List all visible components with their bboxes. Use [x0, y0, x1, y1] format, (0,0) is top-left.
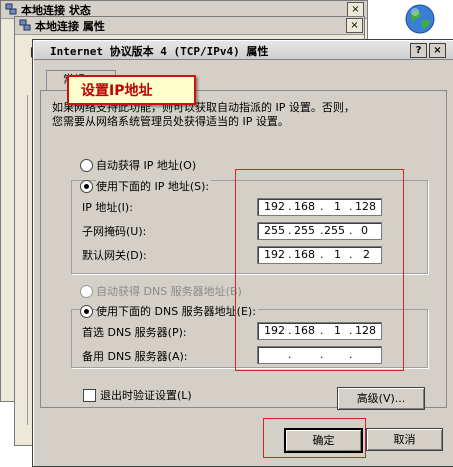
set-ip-callout: 设置IP地址	[67, 75, 196, 105]
alternate-dns-label: 备用 DNS 服务器(A):	[82, 350, 188, 363]
mask-octet-2: 255	[294, 224, 315, 237]
ip-octet-1: 192	[264, 200, 285, 213]
dns1-octet-2: 168	[294, 324, 315, 337]
dns1-octet-1: 192	[264, 324, 285, 337]
help-button[interactable]: ?	[410, 43, 427, 58]
description-line-2: 您需要从网络系统管理员处获得适当的 IP 设置。	[52, 115, 289, 128]
cancel-button[interactable]: 取消	[366, 428, 443, 451]
dns1-octet-4: 128	[355, 324, 376, 337]
auto-ip-label[interactable]: 自动获得 IP 地址(O)	[96, 157, 196, 173]
ip-address-label: IP 地址(I):	[82, 201, 133, 214]
manual-ip-label[interactable]: 使用下面的 IP 地址(S):	[96, 178, 212, 194]
gateway-octet-1: 192	[264, 248, 285, 261]
gateway-octet-2: 168	[294, 248, 315, 261]
status-close-button[interactable]: ×	[347, 2, 364, 17]
ip-address-field[interactable]: 192 . 168 .1 . 128	[257, 198, 382, 216]
preferred-dns-label: 首选 DNS 服务器(P):	[82, 326, 187, 339]
mask-octet-4: 0	[361, 224, 368, 237]
ip-octet-4: 128	[355, 200, 376, 213]
mask-octet-3: 255	[324, 224, 345, 237]
dialog-title: Internet 协议版本 4 (TCP/IPv4) 属性	[50, 45, 269, 58]
dialog-close-button[interactable]: ×	[429, 43, 446, 58]
manual-dns-label[interactable]: 使用下面的 DNS 服务器地址(E):	[96, 303, 258, 319]
subnet-mask-field[interactable]: 255 . 255 . 255 .0	[257, 222, 382, 240]
ip-octet-3: 1	[334, 200, 341, 213]
preferred-dns-field[interactable]: 192 . 168 .1 . 128	[257, 322, 382, 340]
ip-octet-2: 168	[294, 200, 315, 213]
manual-dns-radio[interactable]	[80, 305, 93, 318]
properties-close-button[interactable]: ×	[346, 18, 363, 33]
description-text: 如果网络支持此功能，则可以获取自动指派的 IP 设置。否则， 您需要从网络系统管…	[52, 101, 432, 129]
auto-dns-radio[interactable]	[80, 285, 93, 298]
auto-dns-label[interactable]: 自动获得 DNS 服务器地址(B)	[96, 283, 242, 299]
subnet-mask-label: 子网掩码(U):	[82, 225, 147, 238]
validate-on-exit-checkbox[interactable]	[83, 389, 96, 402]
network-icon	[5, 3, 17, 15]
dns1-octet-3: 1	[334, 324, 341, 337]
gateway-octet-4: 2	[363, 248, 370, 261]
gateway-octet-3: 1	[334, 248, 341, 261]
properties-window-title: 本地连接 属性	[35, 20, 105, 33]
auto-ip-radio[interactable]	[80, 159, 93, 172]
mask-octet-1: 255	[264, 224, 285, 237]
default-gateway-label: 默认网关(D):	[82, 249, 147, 262]
dialog-titlebar: Internet 协议版本 4 (TCP/IPv4) 属性 ? ×	[34, 41, 453, 60]
globe-icon	[405, 4, 435, 34]
ok-button[interactable]: 确定	[284, 428, 363, 453]
network-icon	[19, 19, 31, 31]
alternate-dns-field[interactable]: . . .	[257, 346, 382, 364]
default-gateway-field[interactable]: 192 . 168 .1 .2	[257, 246, 382, 264]
manual-ip-radio[interactable]	[80, 180, 93, 193]
ipv4-properties-dialog: Internet 协议版本 4 (TCP/IPv4) 属性 ? × 常规 如果网…	[32, 39, 453, 467]
advanced-button[interactable]: 高级(V)...	[337, 387, 425, 410]
validate-on-exit-label[interactable]: 退出时验证设置(L)	[100, 387, 192, 403]
properties-titlebar: 本地连接 属性 ×	[15, 17, 364, 35]
